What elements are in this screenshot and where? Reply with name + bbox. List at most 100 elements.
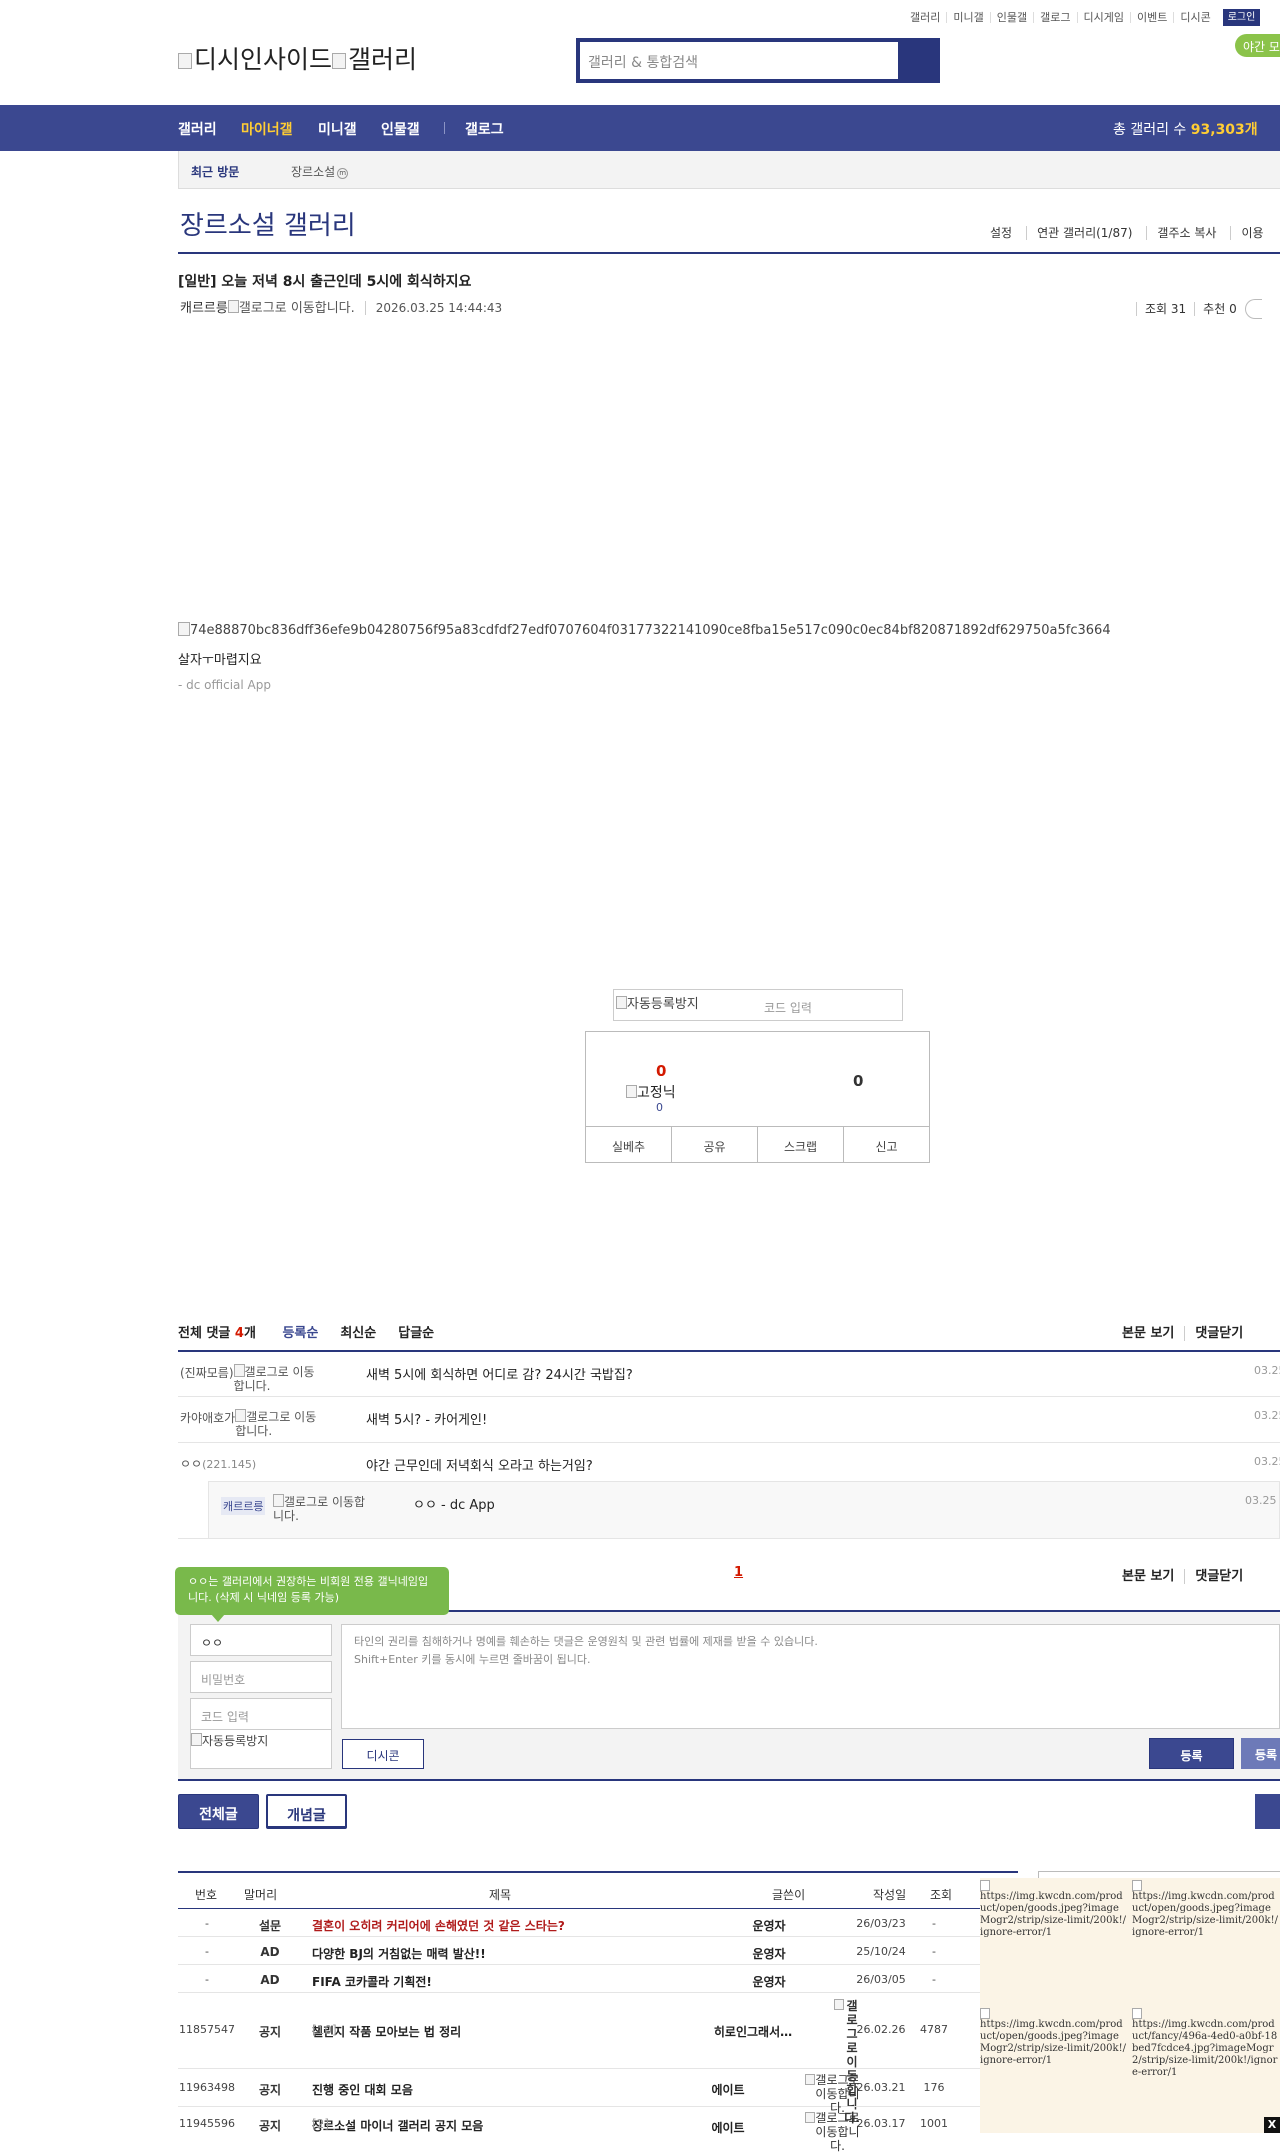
comment-count-label: 전체 댓글 xyxy=(178,1326,231,1341)
gallog-link[interactable]: 갤로그로 이동합니다. xyxy=(818,1999,860,2125)
comment-time: 03.25 14 xyxy=(1254,1455,1280,1468)
post-title-link[interactable]: FIFA 코카콜라 기획전! xyxy=(312,1973,432,1990)
comment-reply: 캐르르릉 갤로그로 이동합니다. ㅇㅇ - dc App 03.25 1 xyxy=(208,1481,1280,1539)
password-field[interactable]: 비밀번호 xyxy=(190,1661,332,1693)
sort-latest[interactable]: 최신순 xyxy=(340,1326,376,1341)
top-link-gallery[interactable]: 갤러리 xyxy=(904,12,946,23)
recent-visit-tab[interactable]: 최근 방문 xyxy=(191,163,239,180)
table-row[interactable]: - AD 다양한 BJ의 거침없는 매력 발산!! 운영자 25/10/24- xyxy=(178,1937,1018,1965)
header-head: 말머리 xyxy=(244,1888,278,1902)
recent-gallery-link[interactable]: 장르소설 m xyxy=(291,163,349,180)
comment-count: 4 xyxy=(234,1326,244,1341)
ad-close-button[interactable]: X xyxy=(1264,2117,1280,2133)
recommend-count: 추천 0 xyxy=(1194,301,1245,316)
share-button[interactable]: 공유 xyxy=(671,1127,757,1162)
toggle-icon[interactable] xyxy=(1244,299,1262,319)
fixed-nick-label: 고정닉 xyxy=(626,1082,676,1102)
comment-footer-actions: 본문 보기 댓글닫기 xyxy=(1122,1565,1244,1584)
floating-ad[interactable]: https://img.kwcdn.com/product/open/goods… xyxy=(980,1878,1280,2133)
settings-link[interactable]: 설정 xyxy=(990,226,1012,240)
close-comments-link[interactable]: 댓글닫기 xyxy=(1184,1326,1244,1341)
table-row[interactable]: 11963498 공지 진행 중인 대회 모음 에이트 갤로그로 이동합니다. 26.03… xyxy=(178,2069,1018,2115)
ad-image[interactable]: https://img.kwcdn.com/product/fancy/496a… xyxy=(1132,2008,1280,2079)
top-link-event[interactable]: 이벤트 xyxy=(1129,12,1173,23)
nav-item-gallog[interactable]: 갤로그 xyxy=(465,119,504,139)
comment-header: 전체 댓글 4개 등록순 최신순 답글순 xyxy=(178,1326,435,1341)
site-logo[interactable]: 디시인사이드 갤러리 xyxy=(178,40,417,76)
copy-url-link[interactable]: 갤주소 복사 xyxy=(1146,226,1217,240)
submit-recommend-button[interactable]: 등록 xyxy=(1241,1738,1280,1769)
tab-concept-posts[interactable]: 개념글 xyxy=(266,1794,347,1829)
recommend-down-count[interactable]: 0 xyxy=(853,1072,863,1090)
nav-item-mini[interactable]: 미니갤 xyxy=(318,119,357,139)
table-row[interactable]: - 설문 결혼이 오히려 커리어에 손해였던 것 같은 스타는? 운영자 26/03/2… xyxy=(178,1909,1018,1937)
reply-time: 03.25 1 xyxy=(1245,1494,1280,1507)
ad-image[interactable]: https://img.kwcdn.com/product/open/goods… xyxy=(1132,1880,1280,1939)
header-number: 번호 xyxy=(195,1888,218,1902)
gallog-link[interactable]: 갤로그로 이동합니다. xyxy=(760,2073,860,2115)
post-image[interactable]: 74e88870bc836dff36efe9b04280756f95a83cdf… xyxy=(178,622,1111,638)
comment-text: 새벽 5시에 회식하면 어디로 감? 24시간 국밥집? xyxy=(366,1368,633,1383)
login-button[interactable]: 로그인 xyxy=(1222,9,1261,26)
gallog-link[interactable]: 갤로그로 이동합니다. xyxy=(227,300,355,316)
night-mode-toggle[interactable]: 야간 모 xyxy=(1235,34,1280,57)
top-link-mini[interactable]: 미니갤 xyxy=(946,12,989,23)
ad-image[interactable]: https://img.kwcdn.com/product/open/goods… xyxy=(980,1880,1128,1939)
scrap-button[interactable]: 스크랩 xyxy=(757,1127,843,1162)
sort-registered[interactable]: 등록순 xyxy=(282,1326,318,1341)
nav-item-person[interactable]: 인물갤 xyxy=(381,119,420,139)
post-list-header: 번호 말머리 제목 글쓴이 작성일 조회 xyxy=(178,1871,1018,1909)
vote-captcha: 자동등록방지 코드 입력 xyxy=(613,989,903,1021)
nav-item-gallery[interactable]: 갤러리 xyxy=(178,119,217,139)
view-body-link[interactable]: 본문 보기 xyxy=(1122,1326,1174,1341)
comment-textarea[interactable]: 타인의 권리를 침해하거나 명예를 훼손하는 댓글은 운영원칙 및 관련 법률에… xyxy=(341,1624,1280,1729)
view-body-link[interactable]: 본문 보기 xyxy=(1122,1569,1174,1584)
close-comments-link[interactable]: 댓글닫기 xyxy=(1184,1569,1244,1584)
post-body-text: 살자ㅜ마렵지요 xyxy=(178,653,262,668)
related-gallery-link[interactable]: 연관 갤러리(1/87) xyxy=(1026,226,1133,240)
captcha-image: 자동등록방지 xyxy=(190,1729,332,1769)
top-link-dccon[interactable]: 디시콘 xyxy=(1173,12,1216,23)
top-link-game[interactable]: 디시게임 xyxy=(1076,12,1130,23)
table-row[interactable]: 11857547 공지 챌린지 작품 모아보는 법 정리 [10] 히로인그래서… 갤로… xyxy=(178,1993,1018,2125)
comment-author[interactable]: ㅇㅇ(221.145) xyxy=(180,1455,256,1472)
minor-badge-icon: m xyxy=(337,168,349,179)
gallery-title[interactable]: 장르소설 갤러리 xyxy=(180,205,356,242)
post-author[interactable]: 캐르르릉 xyxy=(180,301,228,316)
post-title-link[interactable]: 진행 중인 대회 모음 xyxy=(312,2081,413,2098)
search-input[interactable]: 갤러리 & 통합검색 xyxy=(580,42,898,79)
table-row[interactable]: 11945596 공지 장르소설 마이너 갤러리 공지 모음 [2] 에이트 갤로그로 … xyxy=(178,2107,1018,2153)
broken-image-icon xyxy=(1132,2008,1142,2019)
broken-image-icon xyxy=(227,300,239,313)
tab-all-posts[interactable]: 전체글 xyxy=(178,1794,259,1829)
comment-page-1[interactable]: 1 xyxy=(734,1565,743,1580)
code-field[interactable]: 코드 입력 xyxy=(190,1698,332,1730)
top-utility-links: 갤러리 미니갤 인물갤 갤로그 디시게임 이벤트 디시콘 로그인 xyxy=(904,9,1280,27)
post-title-link[interactable]: 다양한 BJ의 거침없는 매력 발산!! xyxy=(312,1945,486,1962)
submit-button[interactable]: 등록 xyxy=(1149,1738,1234,1769)
comment-time: 03.25 xyxy=(1254,1364,1280,1377)
top-link-person[interactable]: 인물갤 xyxy=(989,12,1033,23)
recommend-up-count[interactable]: 0 xyxy=(656,1062,666,1080)
nickname-field[interactable]: ㅇㅇ xyxy=(190,1624,332,1656)
ad-image[interactable]: https://img.kwcdn.com/product/open/goods… xyxy=(980,2008,1128,2067)
gallog-link[interactable]: 갤로그로 이동합니다. xyxy=(760,2111,860,2153)
comment-author[interactable]: 카야애호가 갤로그로 이동합니다. xyxy=(180,1409,325,1438)
reply-author[interactable]: 캐르르릉 xyxy=(221,1497,266,1515)
gallog-link[interactable]: 갤로그로 이동합니다. xyxy=(273,1494,373,1523)
post-title-link[interactable]: 결혼이 오히려 커리어에 손해였던 것 같은 스타는? xyxy=(312,1917,565,1934)
usage-link[interactable]: 이용 xyxy=(1230,226,1264,240)
broken-image-icon xyxy=(1132,1880,1142,1891)
captcha-input[interactable]: 코드 입력 xyxy=(764,999,812,1016)
table-row[interactable]: - AD FIFA 코카콜라 기획전! 운영자 26/03/05- xyxy=(178,1965,1018,1993)
nav-divider xyxy=(444,122,445,134)
nav-item-minor[interactable]: 마이너갤 xyxy=(241,119,293,139)
comment-author[interactable]: (진짜모름) 갤로그로 이동합니다. xyxy=(180,1364,324,1393)
dccon-button[interactable]: 디시콘 xyxy=(342,1739,424,1769)
write-button[interactable] xyxy=(1255,1794,1280,1829)
best-recommend-button[interactable]: 실베추 xyxy=(586,1127,671,1162)
sort-reply[interactable]: 답글순 xyxy=(398,1326,434,1341)
top-link-gallog[interactable]: 갤로그 xyxy=(1033,12,1076,23)
report-button[interactable]: 신고 xyxy=(843,1127,929,1162)
comment-row: 카야애호가갤로그로 이동합니다. 새벽 5시? - 카어게인! 03.25 xyxy=(178,1397,1280,1443)
